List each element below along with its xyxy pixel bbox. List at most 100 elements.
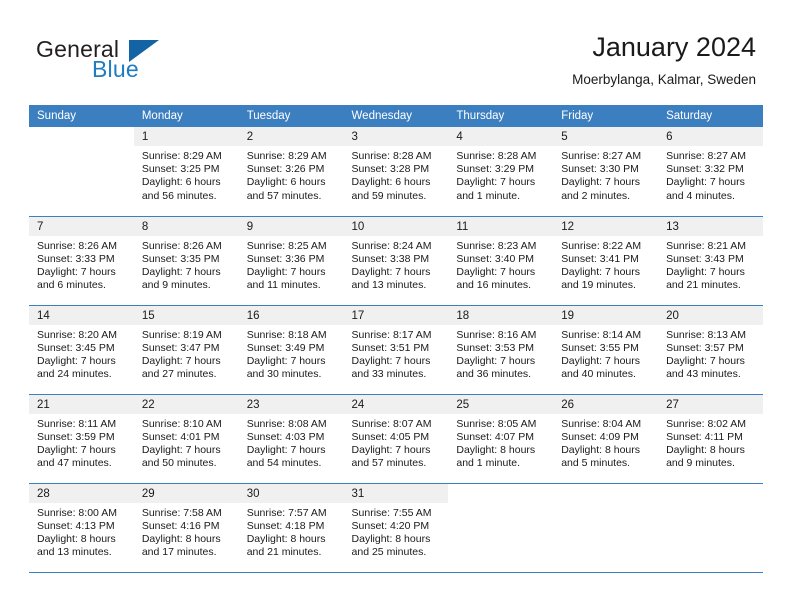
daylight-line1-text: Daylight: 7 hours [246, 443, 326, 456]
day-cell-inner: 1 Sunrise: 8:29 AM Sunset: 3:25 PM Daylight… [133, 127, 239, 216]
sunrise-text: Sunrise: 8:07 AM [351, 417, 432, 430]
day-number: 8 [133, 216, 239, 236]
daylight-line2-text: and 27 minutes. [141, 368, 217, 381]
daylight-line1-text: Daylight: 7 hours [561, 176, 641, 189]
day-number: 2 [238, 127, 344, 146]
daylight-line1-text: Daylight: 7 hours [351, 354, 431, 367]
sunset-text: Sunset: 3:47 PM [141, 341, 220, 354]
daylight-line2-text: and 17 minutes. [141, 546, 217, 559]
day-cell-inner: 23 Sunrise: 8:08 AM Sunset: 4:03 PM Dayligh… [238, 394, 344, 483]
calendar-day-cell[interactable]: 10 Sunrise: 8:24 AM Sunset: 3:38 PM Dayligh… [343, 216, 449, 306]
calendar-day-cell[interactable]: 6 Sunrise: 8:27 AM Sunset: 3:32 PM Daylight… [658, 127, 763, 217]
day-details: Sunrise: 8:10 AM Sunset: 4:01 PM Daylight:… [134, 414, 239, 471]
logo-text-blue: Blue [92, 56, 139, 82]
daylight-line2-text: and 47 minutes. [37, 457, 112, 470]
day-details: Sunrise: 7:55 AM Sunset: 4:20 PM Daylight:… [344, 503, 449, 560]
sunrise-text: Sunrise: 8:25 AM [246, 239, 327, 252]
day-number: 21 [29, 394, 134, 414]
daylight-line2-text: and 13 minutes. [37, 546, 112, 559]
daylight-line2-text: and 16 minutes. [456, 279, 532, 292]
day-details: Sunrise: 8:23 AM Sunset: 3:40 PM Daylight:… [448, 236, 553, 293]
calendar-day-cell[interactable]: 7 Sunrise: 8:26 AM Sunset: 3:33 PM Daylight… [29, 216, 134, 306]
calendar-day-cell[interactable]: 24 Sunrise: 8:07 AM Sunset: 4:05 PM Dayligh… [343, 394, 449, 484]
calendar-day-cell[interactable]: 16 Sunrise: 8:18 AM Sunset: 3:49 PM Dayligh… [238, 305, 344, 395]
sunset-text: Sunset: 4:05 PM [351, 430, 430, 443]
day-cell-inner: 20 Sunrise: 8:13 AM Sunset: 3:57 PM Dayligh… [658, 305, 763, 394]
day-number: 3 [343, 127, 449, 146]
calendar-day-cell[interactable]: 9 Sunrise: 8:25 AM Sunset: 3:36 PM Daylight… [238, 216, 344, 306]
calendar-day-cell[interactable]: 13 Sunrise: 8:21 AM Sunset: 3:43 PM Dayligh… [658, 216, 763, 306]
calendar-day-cell[interactable]: 26 Sunrise: 8:04 AM Sunset: 4:09 PM Dayligh… [553, 394, 659, 484]
day-cell-inner: 10 Sunrise: 8:24 AM Sunset: 3:38 PM Dayligh… [343, 216, 449, 305]
calendar-day-cell[interactable]: 3 Sunrise: 8:28 AM Sunset: 3:28 PM Daylight… [343, 127, 449, 217]
calendar-day-cell[interactable]: 21 Sunrise: 8:11 AM Sunset: 3:59 PM Dayligh… [29, 394, 134, 484]
sunset-text: Sunset: 3:59 PM [37, 430, 115, 443]
day-details: Sunrise: 8:05 AM Sunset: 4:07 PM Daylight:… [448, 414, 553, 471]
calendar-day-cell[interactable]: 17 Sunrise: 8:17 AM Sunset: 3:51 PM Dayligh… [343, 305, 449, 395]
day-number [658, 484, 763, 503]
day-number: 4 [448, 127, 554, 146]
calendar-day-cell[interactable]: 8 Sunrise: 8:26 AM Sunset: 3:35 PM Daylight… [133, 216, 239, 306]
sunset-text: Sunset: 3:32 PM [666, 163, 744, 176]
sunset-text: Sunset: 4:18 PM [246, 519, 325, 532]
calendar-day-cell[interactable]: 30 Sunrise: 7:57 AM Sunset: 4:18 PM Dayligh… [238, 483, 344, 573]
day-details: Sunrise: 8:29 AM Sunset: 3:26 PM Daylight:… [239, 146, 344, 203]
calendar-day-cell[interactable]: 5 Sunrise: 8:27 AM Sunset: 3:30 PM Daylight… [553, 127, 659, 217]
general-blue-logo[interactable]: General Blue [36, 36, 216, 90]
sunset-text: Sunset: 3:49 PM [246, 341, 325, 354]
calendar-day-cell[interactable]: 19 Sunrise: 8:14 AM Sunset: 3:55 PM Dayligh… [553, 305, 659, 395]
day-details: Sunrise: 8:08 AM Sunset: 4:03 PM Daylight:… [239, 414, 344, 471]
sunset-text: Sunset: 3:57 PM [666, 341, 744, 354]
calendar-day-cell[interactable]: 20 Sunrise: 8:13 AM Sunset: 3:57 PM Dayligh… [658, 305, 763, 395]
daylight-line1-text: Daylight: 8 hours [561, 443, 641, 456]
day-cell-inner: 21 Sunrise: 8:11 AM Sunset: 3:59 PM Dayligh… [29, 394, 134, 483]
sunset-text: Sunset: 3:41 PM [561, 252, 639, 265]
calendar-day-cell[interactable]: 14 Sunrise: 8:20 AM Sunset: 3:45 PM Dayligh… [29, 305, 134, 395]
calendar-day-cell[interactable]: 29 Sunrise: 7:58 AM Sunset: 4:16 PM Dayligh… [133, 483, 239, 573]
calendar-day-cell[interactable]: 2 Sunrise: 8:29 AM Sunset: 3:26 PM Daylight… [238, 127, 344, 217]
day-details: Sunrise: 8:26 AM Sunset: 3:35 PM Daylight:… [134, 236, 239, 293]
calendar-day-cell[interactable]: 15 Sunrise: 8:19 AM Sunset: 3:47 PM Dayligh… [133, 305, 239, 395]
sunrise-text: Sunrise: 7:55 AM [351, 506, 432, 519]
page-subtitle: Moerbylanga, Kalmar, Sweden [572, 72, 756, 87]
day-cell-inner: 13 Sunrise: 8:21 AM Sunset: 3:43 PM Dayligh… [658, 216, 763, 305]
calendar-day-cell[interactable]: 31 Sunrise: 7:55 AM Sunset: 4:20 PM Dayligh… [343, 483, 449, 573]
weekday-header-sunday: Sunday [29, 105, 134, 127]
day-details: Sunrise: 8:16 AM Sunset: 3:53 PM Daylight:… [448, 325, 553, 382]
daylight-line2-text: and 36 minutes. [456, 368, 532, 381]
daylight-line2-text: and 30 minutes. [246, 368, 322, 381]
daylight-line2-text: and 50 minutes. [141, 457, 217, 470]
calendar-day-cell[interactable]: 22 Sunrise: 8:10 AM Sunset: 4:01 PM Dayligh… [133, 394, 239, 484]
day-number: 1 [133, 127, 239, 146]
calendar-day-cell[interactable]: 11 Sunrise: 8:23 AM Sunset: 3:40 PM Dayligh… [448, 216, 554, 306]
calendar-day-cell[interactable]: 25 Sunrise: 8:05 AM Sunset: 4:07 PM Dayligh… [448, 394, 554, 484]
day-number: 7 [29, 216, 134, 236]
sunset-text: Sunset: 3:35 PM [141, 252, 220, 265]
sunrise-text: Sunrise: 8:02 AM [666, 417, 747, 430]
daylight-line1-text: Daylight: 7 hours [351, 443, 431, 456]
sunset-text: Sunset: 4:07 PM [456, 430, 535, 443]
sunrise-text: Sunrise: 8:08 AM [246, 417, 327, 430]
calendar-week-row: 7 Sunrise: 8:26 AM Sunset: 3:33 PM Daylight… [29, 216, 763, 306]
calendar-day-cell[interactable]: 18 Sunrise: 8:16 AM Sunset: 3:53 PM Dayligh… [448, 305, 554, 395]
day-cell-inner: 16 Sunrise: 8:18 AM Sunset: 3:49 PM Dayligh… [238, 305, 344, 394]
calendar-day-cell[interactable]: 28 Sunrise: 8:00 AM Sunset: 4:13 PM Dayligh… [29, 483, 134, 573]
calendar-day-cell[interactable]: 12 Sunrise: 8:22 AM Sunset: 3:41 PM Dayligh… [553, 216, 659, 306]
daylight-line1-text: Daylight: 7 hours [141, 265, 221, 278]
day-number: 9 [238, 216, 344, 236]
sunrise-text: Sunrise: 8:10 AM [141, 417, 222, 430]
daylight-line2-text: and 1 minute. [456, 457, 521, 470]
day-cell-inner: 27 Sunrise: 8:02 AM Sunset: 4:11 PM Dayligh… [658, 394, 763, 483]
calendar-day-cell[interactable]: 27 Sunrise: 8:02 AM Sunset: 4:11 PM Dayligh… [658, 394, 763, 484]
day-details: Sunrise: 8:28 AM Sunset: 3:28 PM Daylight:… [344, 146, 449, 203]
calendar-day-cell[interactable]: 23 Sunrise: 8:08 AM Sunset: 4:03 PM Dayligh… [238, 394, 344, 484]
sunrise-text: Sunrise: 8:28 AM [351, 150, 432, 162]
day-cell-inner: 2 Sunrise: 8:29 AM Sunset: 3:26 PM Daylight… [238, 127, 344, 216]
calendar-day-cell[interactable]: 1 Sunrise: 8:29 AM Sunset: 3:25 PM Daylight… [133, 127, 239, 217]
calendar-day-cell[interactable]: 4 Sunrise: 8:28 AM Sunset: 3:29 PM Daylight… [448, 127, 554, 217]
day-cell-inner [448, 484, 553, 572]
sunset-text: Sunset: 4:20 PM [351, 519, 430, 532]
day-number: 5 [553, 127, 659, 146]
day-cell-inner: 9 Sunrise: 8:25 AM Sunset: 3:36 PM Daylight… [238, 216, 344, 305]
sunrise-text: Sunrise: 7:57 AM [246, 506, 327, 519]
